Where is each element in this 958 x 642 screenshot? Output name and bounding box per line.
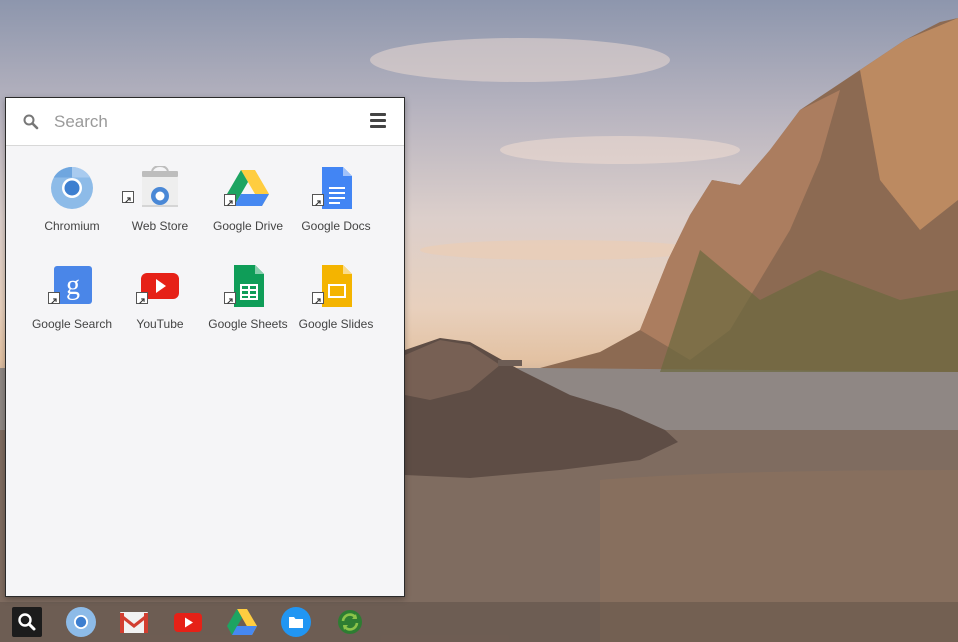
web-store-icon: [142, 166, 178, 207]
chromium-icon: [51, 167, 93, 209]
app-youtube[interactable]: YouTube: [116, 262, 204, 360]
app-label: Chromium: [44, 219, 100, 233]
app-label: Google Docs: [301, 219, 371, 233]
svg-text:g: g: [66, 270, 80, 301]
shortcut-arrow-icon: [312, 292, 324, 304]
shortcut-arrow-icon: [224, 194, 236, 206]
chromium-icon[interactable]: [65, 606, 97, 638]
app-grid: Chromium Web Store Google Drive Google D…: [28, 164, 388, 360]
app-launcher-search-icon: [18, 613, 36, 631]
youtube-icon[interactable]: [172, 606, 204, 638]
app-launcher-panel: Chromium Web Store: [5, 97, 405, 597]
gmail-icon[interactable]: [118, 606, 150, 638]
app-label: Google Sheets: [208, 317, 288, 331]
app-label: Google Drive: [212, 219, 284, 233]
app-label: Web Store: [131, 219, 189, 233]
app-google-drive[interactable]: Google Drive: [204, 164, 292, 262]
shortcut-arrow-icon: [122, 191, 134, 203]
app-google-docs[interactable]: Google Docs: [292, 164, 380, 262]
shelf: [0, 602, 958, 642]
files-icon[interactable]: [280, 606, 312, 638]
shortcut-arrow-icon: [224, 292, 236, 304]
app-label: Google Search: [31, 317, 113, 331]
app-launcher-button[interactable]: [12, 607, 42, 637]
app-google-slides[interactable]: Google Slides: [292, 262, 380, 360]
app-chromium[interactable]: Chromium: [28, 164, 116, 262]
shortcut-arrow-icon: [136, 292, 148, 304]
app-google-sheets[interactable]: Google Sheets: [204, 262, 292, 360]
sync-icon[interactable]: [334, 606, 366, 638]
app-label: YouTube: [136, 317, 184, 331]
google-drive-icon[interactable]: [226, 606, 258, 638]
shortcut-arrow-icon: [48, 292, 60, 304]
shortcut-arrow-icon: [312, 194, 324, 206]
search-input[interactable]: [52, 108, 346, 136]
search-icon: [23, 114, 39, 130]
app-web-store[interactable]: Web Store: [116, 164, 204, 262]
app-label: Google Slides: [298, 317, 374, 331]
app-google-search[interactable]: g Google Search: [28, 262, 116, 360]
hamburger-menu-icon[interactable]: [370, 113, 386, 129]
search-bar: [6, 98, 404, 146]
